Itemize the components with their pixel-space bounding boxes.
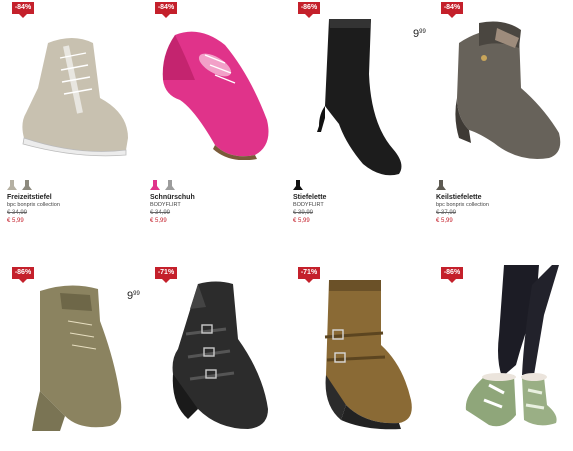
product-card[interactable]: -84% Keilstiefelette bpc bonprix collect… (429, 0, 572, 225)
old-price: € 34,99 (7, 210, 28, 216)
color-swatches (436, 180, 446, 192)
discount-badge: -84% (441, 2, 463, 18)
color-swatch[interactable] (436, 180, 446, 190)
product-card[interactable]: -86% 999 Stiefelette BODYFLIRT € 39,99 €… (286, 0, 429, 225)
product-brand: bpc bonprix collection (7, 202, 60, 208)
product-name[interactable]: Schnürschuh (150, 194, 280, 202)
product-image-pink-oxford[interactable] (155, 25, 280, 160)
color-swatches (150, 180, 175, 192)
product-image-heeled-bootie[interactable] (311, 14, 411, 179)
color-swatches (293, 180, 303, 192)
product-card[interactable]: -86% (429, 265, 572, 451)
product-image-sneaker-boot[interactable] (18, 28, 133, 158)
product-card[interactable]: -71% (143, 265, 286, 451)
color-swatches (7, 180, 32, 192)
product-image-buckle-boot-bronze[interactable] (311, 275, 416, 430)
discount-badge: -84% (155, 2, 177, 18)
color-swatch[interactable] (22, 180, 32, 190)
color-swatch[interactable] (150, 180, 160, 190)
discount-badge: -71% (155, 267, 177, 283)
discount-badge: -86% (12, 267, 34, 283)
product-image-wedge-bootie[interactable] (449, 18, 569, 163)
product-image-model-camo-boots[interactable] (444, 265, 573, 445)
color-swatch[interactable] (293, 180, 303, 190)
product-image-suede-wedge[interactable] (20, 281, 125, 441)
product-card[interactable]: -71% (286, 265, 429, 451)
product-card[interactable]: -84% Freizeitstiefel bpc bonprix collect… (0, 0, 143, 225)
price-tag: 999 (413, 28, 426, 40)
color-swatch[interactable] (7, 180, 17, 190)
product-name[interactable]: Freizeitstiefel (7, 194, 137, 202)
product-card[interactable]: -86% 999 (0, 265, 143, 451)
discount-badge: -84% (12, 2, 34, 18)
sale-price: € 5,99 (150, 218, 167, 224)
color-swatch[interactable] (165, 180, 175, 190)
product-image-buckle-boot-black[interactable] (168, 279, 273, 434)
product-name[interactable]: Stiefelette (293, 194, 423, 202)
price-tag: 999 (127, 290, 140, 302)
old-price: € 39,99 (293, 210, 314, 216)
old-price: € 34,99 (150, 210, 171, 216)
product-card[interactable]: -84% Schnürschuh BODYFLIRT € 34,99 € 5,9… (143, 0, 286, 225)
product-brand: bpc bonprix collection (436, 202, 489, 208)
discount-badge: -86% (298, 2, 320, 18)
old-price: € 37,99 (436, 210, 457, 216)
sale-price: € 5,99 (436, 218, 453, 224)
sale-price: € 5,99 (293, 218, 310, 224)
product-brand: BODYFLIRT (293, 202, 324, 208)
product-name[interactable]: Keilstiefelette (436, 194, 566, 202)
product-brand: BODYFLIRT (150, 202, 181, 208)
sale-price: € 5,99 (7, 218, 24, 224)
